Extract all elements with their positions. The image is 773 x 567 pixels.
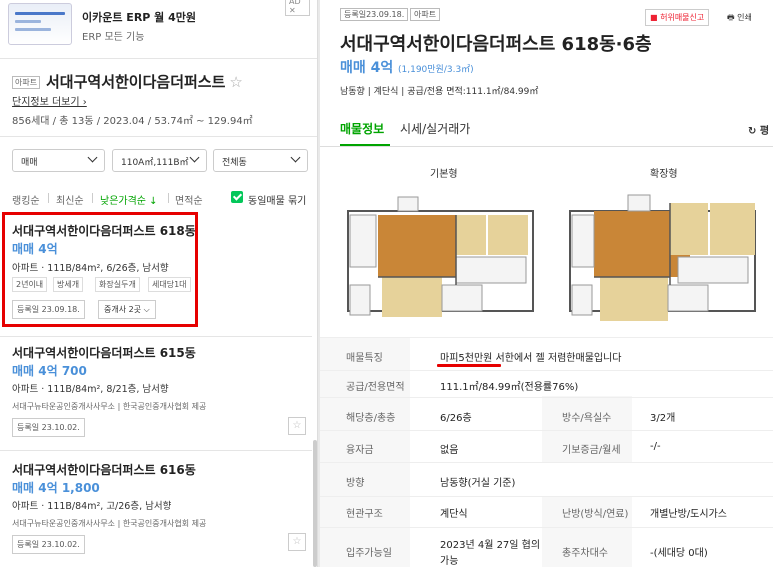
favorite-star-icon[interactable]: ☆: [288, 417, 306, 435]
tab-price-history[interactable]: 시세/실거래가: [400, 120, 470, 137]
sort-low-price[interactable]: 낮은가격순 ↓: [100, 192, 158, 207]
refresh-button[interactable]: ↻ 평: [748, 122, 769, 137]
direction-label: 방향: [346, 478, 365, 489]
entrance-label: 현관구조: [346, 509, 383, 520]
rooms-label: 방수/욕실수: [562, 413, 612, 424]
highlight-box: [2, 212, 198, 327]
area-select[interactable]: 110A㎡,111B㎡: [112, 149, 207, 172]
listing-spec: 아파트 · 111B/84m², 고/26층, 남서향: [12, 501, 172, 512]
complex-type-tag: 아파트: [12, 76, 41, 89]
complex-name: 서대구역서한이다음더퍼스트 ☆: [46, 71, 243, 92]
move-in-value-cont: 가능: [440, 556, 459, 567]
ad-close-badge[interactable]: AD ✕: [285, 0, 310, 16]
listing-spec: 아파트 · 111B/84m², 8/21층, 남서향: [12, 384, 169, 395]
feature-label: 매물특징: [346, 353, 383, 364]
complex-name-text: 서대구역서한이다음더퍼스트: [46, 73, 226, 91]
detail-panel: 등록일23.09.18. 아파트 ■ 허위매물신고 🖶 인쇄 서대구역서한이다음…: [320, 0, 773, 567]
ad-title: 이카운트 ERP 월 4만원: [82, 11, 197, 24]
loan-value: 없음: [440, 445, 459, 456]
floor-value: 6/26층: [440, 413, 472, 424]
rooms-value: 3/2개: [650, 413, 676, 424]
floor-label: 해당층/총층: [346, 413, 396, 424]
heating-label: 난방(방식/연료): [562, 509, 629, 520]
building-value: 전체동: [222, 158, 247, 168]
listing-date: 등록일 23.10.02.: [12, 418, 85, 437]
feature-value: 마피5천만원 서한에서 젤 저렴한매물입니다: [440, 353, 622, 364]
tab-listing-info[interactable]: 매물정보: [340, 120, 384, 137]
print-button[interactable]: 🖶 인쇄: [727, 12, 752, 26]
registration-date-tag: 등록일23.09.18.: [340, 8, 409, 21]
complex-info-link[interactable]: 단지정보 더보기 ›: [12, 93, 87, 108]
listing-panel: 이카운트 ERP 월 4만원 ERP 모든 기능 AD ✕ 아파트 서대구역서한…: [0, 0, 318, 567]
sort-ranking[interactable]: 랭킹순: [12, 192, 40, 207]
heating-value: 개별난방/도시가스: [650, 509, 727, 520]
listing-source: 서대구뉴타운공인중개사사무소 | 한국공인중개사협회 제공: [12, 402, 207, 411]
ad-subtitle: ERP 모든 기능: [82, 32, 145, 43]
deposit-value: -/-: [650, 441, 661, 452]
trade-type-value: 매매: [21, 158, 38, 168]
listing-title: 서대구역서한이다음더퍼스트 616동: [12, 463, 196, 477]
parking-value: -(세대당 0대): [650, 548, 708, 559]
listing-price: 매매 4억 1,800: [12, 481, 100, 495]
ad-thumbnail: [8, 3, 72, 45]
floorplan-label-basic: 기본형: [430, 169, 458, 180]
detail-title: 서대구역서한이다음더퍼스트 618동·6층: [340, 34, 652, 55]
direction-value: 남동향(거실 기준): [440, 478, 516, 489]
building-select[interactable]: 전체동: [213, 149, 308, 172]
parking-label: 총주차대수: [562, 548, 608, 559]
area-value: 110A㎡,111B㎡: [121, 158, 189, 168]
trade-type-select[interactable]: 매매: [12, 149, 105, 172]
detail-meta: 남동향 | 계단식 | 공급/전용 면적:111.1㎡/84.99㎡: [340, 87, 539, 97]
detail-price: 매매 4억: [340, 60, 394, 76]
report-fake-listing-button[interactable]: ■ 허위매물신고: [645, 9, 710, 26]
chevron-down-icon: [189, 152, 200, 163]
ad-banner[interactable]: 이카운트 ERP 월 4만원 ERP 모든 기능 AD ✕: [0, 0, 310, 56]
loan-label: 융자금: [346, 445, 374, 456]
highlight-underline: [437, 364, 501, 367]
chevron-down-icon: [87, 152, 98, 163]
favorite-star-icon[interactable]: ☆: [288, 533, 306, 551]
listing-price: 매매 4억 700: [12, 364, 87, 378]
area-label: 공급/전용면적: [346, 382, 405, 393]
floorplan-extended-image[interactable]: [560, 185, 760, 330]
chevron-down-icon: [290, 152, 301, 163]
price-per-area: (1,190만원/3.3㎡): [398, 65, 474, 75]
scrollbar[interactable]: [313, 440, 317, 567]
deposit-label: 기보증금/월세: [562, 445, 621, 456]
same-listing-label: 동일매물 묶기: [248, 196, 307, 207]
move-in-label: 입주가능일: [346, 548, 392, 559]
listing-title: 서대구역서한이다음더퍼스트 615동: [12, 346, 196, 360]
sort-latest[interactable]: 최신순: [56, 192, 84, 207]
complex-summary: 856세대 / 총 13동 / 2023.04 / 53.74㎡ ~ 129.9…: [12, 116, 253, 127]
property-type-tag: 아파트: [410, 8, 441, 21]
entrance-value: 계단식: [440, 509, 468, 520]
listing-date: 등록일 23.10.02.: [12, 535, 85, 554]
move-in-value: 2023년 4월 27일 협의: [440, 540, 541, 551]
area-value: 111.1㎡/84.99㎡(전용률76%): [440, 382, 579, 393]
same-listing-checkbox[interactable]: [231, 191, 243, 203]
sort-area[interactable]: 면적순: [175, 192, 203, 207]
favorite-star-icon[interactable]: ☆: [229, 73, 242, 91]
listing-source: 서대구뉴타운공인중개사사무소 | 한국공인중개사협회 제공: [12, 519, 207, 528]
floorplan-basic-image[interactable]: [338, 185, 538, 330]
floorplan-label-extended: 확장형: [650, 169, 678, 180]
